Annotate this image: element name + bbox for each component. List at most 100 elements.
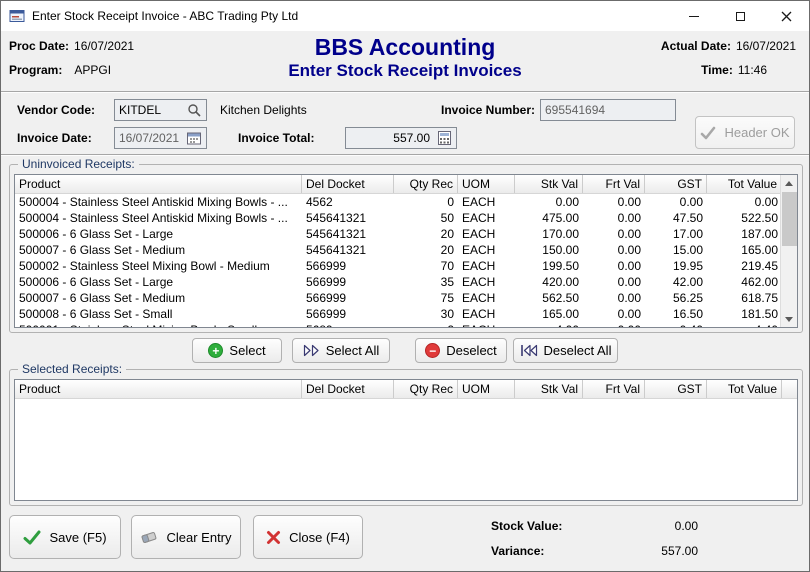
time: Time: 11:46 — [701, 63, 767, 77]
table-cell: 0.00 — [583, 226, 645, 242]
table-cell: 20 — [394, 226, 458, 242]
table-cell: 30 — [394, 306, 458, 322]
arrow-down-icon — [785, 317, 793, 322]
table-cell: 75 — [394, 290, 458, 306]
selected-group: Selected Receipts: ProductDel DocketQty … — [9, 369, 803, 506]
minimize-button[interactable] — [671, 1, 717, 31]
column-header[interactable]: Tot Value — [707, 380, 782, 398]
table-cell: 566999 — [302, 274, 394, 290]
variance-label: Variance: — [491, 544, 544, 558]
close-form-button[interactable]: Close (F4) — [253, 515, 363, 559]
table-row[interactable]: 500006 - 6 Glass Set - Large56699935EACH… — [15, 274, 780, 290]
column-header[interactable]: GST — [645, 175, 707, 193]
selected-table: ProductDel DocketQty RecUOMStk ValFrt Va… — [14, 379, 798, 501]
table-cell: 70 — [394, 258, 458, 274]
header-ok-button[interactable]: Header OK — [695, 116, 795, 149]
table-cell: 56.25 — [645, 290, 707, 306]
table-cell: 0 — [394, 194, 458, 210]
table-cell: -2 — [394, 322, 458, 327]
minus-circle-icon: − — [425, 343, 440, 358]
table-cell: 500007 - 6 Glass Set - Medium — [15, 242, 302, 258]
time-value: 11:46 — [738, 63, 767, 77]
save-button[interactable]: Save (F5) — [9, 515, 121, 559]
column-header[interactable]: Qty Rec — [394, 175, 458, 193]
selected-body — [15, 399, 797, 500]
invoice-date-label: Invoice Date: — [17, 131, 92, 145]
column-header[interactable]: GST — [645, 380, 707, 398]
table-row[interactable]: 500002 - Stainless Steel Mixing Bowl - M… — [15, 258, 780, 274]
table-cell: 0.00 — [583, 242, 645, 258]
scroll-down-button[interactable] — [781, 311, 797, 327]
table-cell: 219.45 — [707, 258, 780, 274]
table-cell: 35 — [394, 274, 458, 290]
table-cell: 562.50 — [515, 290, 583, 306]
table-cell: 500008 - 6 Glass Set - Small — [15, 306, 302, 322]
table-row[interactable]: 500006 - 6 Glass Set - Large54564132120E… — [15, 226, 780, 242]
table-cell: 0.00 — [583, 306, 645, 322]
table-cell: 0.00 — [583, 210, 645, 226]
window-controls — [671, 1, 809, 31]
select-all-label: Select All — [326, 343, 379, 358]
vendor-code-input[interactable]: KITDEL — [114, 99, 207, 121]
table-cell: 199.50 — [515, 258, 583, 274]
maximize-button[interactable] — [717, 1, 763, 31]
column-header[interactable]: Product — [15, 380, 302, 398]
table-cell: 16.50 — [645, 306, 707, 322]
clear-entry-label: Clear Entry — [166, 530, 231, 545]
table-cell: 181.50 — [707, 306, 780, 322]
uninvoiced-scrollbar[interactable] — [780, 175, 797, 327]
calculator-button[interactable] — [434, 128, 454, 148]
vendor-lookup-button[interactable] — [184, 100, 204, 120]
invoice-number-value: 695541694 — [545, 103, 673, 117]
date-picker-button[interactable] — [184, 128, 204, 148]
table-cell: 500002 - Stainless Steel Mixing Bowl - M… — [15, 258, 302, 274]
column-header[interactable]: Stk Val — [515, 175, 583, 193]
table-cell: -4.40 — [707, 322, 780, 327]
deselect-button[interactable]: − Deselect — [415, 338, 507, 363]
clear-entry-button[interactable]: Clear Entry — [131, 515, 241, 559]
select-all-button[interactable]: Select All — [292, 338, 390, 363]
deselect-all-button[interactable]: Deselect All — [513, 338, 618, 363]
table-cell: 0.00 — [515, 194, 583, 210]
column-header[interactable]: Qty Rec — [394, 380, 458, 398]
check-icon — [23, 530, 41, 545]
invoice-total-input[interactable]: 557.00 — [345, 127, 457, 149]
table-row[interactable]: 500001 - Stainless Steel Mixing Bowl - S… — [15, 322, 780, 327]
table-row[interactable]: 500007 - 6 Glass Set - Medium54564132120… — [15, 242, 780, 258]
vendor-name: Kitchen Delights — [220, 103, 307, 117]
table-cell: 17.00 — [645, 226, 707, 242]
column-header[interactable]: Stk Val — [515, 380, 583, 398]
table-cell: 165.00 — [515, 306, 583, 322]
uninvoiced-group: Uninvoiced Receipts: ProductDel DocketQt… — [9, 164, 803, 333]
column-header[interactable]: UOM — [458, 175, 515, 193]
table-cell: EACH — [458, 274, 515, 290]
close-button[interactable] — [763, 1, 809, 31]
column-header[interactable]: Product — [15, 175, 302, 193]
table-cell: 500004 - Stainless Steel Antiskid Mixing… — [15, 210, 302, 226]
table-row[interactable]: 500007 - 6 Glass Set - Medium56699975EAC… — [15, 290, 780, 306]
table-row[interactable]: 500004 - Stainless Steel Antiskid Mixing… — [15, 194, 780, 210]
table-cell: EACH — [458, 290, 515, 306]
header-ok-label: Header OK — [724, 125, 789, 140]
table-cell: 500006 - 6 Glass Set - Large — [15, 274, 302, 290]
invoice-date-input[interactable]: 16/07/2021 — [114, 127, 207, 149]
table-cell: 20 — [394, 242, 458, 258]
table-row[interactable]: 500008 - 6 Glass Set - Small56699930EACH… — [15, 306, 780, 322]
column-header[interactable]: Del Docket — [302, 380, 394, 398]
column-header[interactable]: Tot Value — [707, 175, 780, 193]
invoice-number-input[interactable]: 695541694 — [540, 99, 676, 121]
column-header[interactable]: Frt Val — [583, 175, 645, 193]
deselect-all-label: Deselect All — [544, 343, 612, 358]
table-cell: 42.00 — [645, 274, 707, 290]
invoice-number-label: Invoice Number: — [441, 103, 535, 117]
screen-title: Enter Stock Receipt Invoices — [1, 61, 809, 81]
column-header[interactable]: UOM — [458, 380, 515, 398]
scroll-up-button[interactable] — [781, 175, 797, 191]
column-header[interactable]: Frt Val — [583, 380, 645, 398]
select-button[interactable]: + Select — [192, 338, 282, 363]
column-header[interactable]: Del Docket — [302, 175, 394, 193]
table-cell: 500001 - Stainless Steel Mixing Bowl - S… — [15, 322, 302, 327]
scrollbar-thumb[interactable] — [782, 192, 797, 246]
table-row[interactable]: 500004 - Stainless Steel Antiskid Mixing… — [15, 210, 780, 226]
table-cell: 15.00 — [645, 242, 707, 258]
